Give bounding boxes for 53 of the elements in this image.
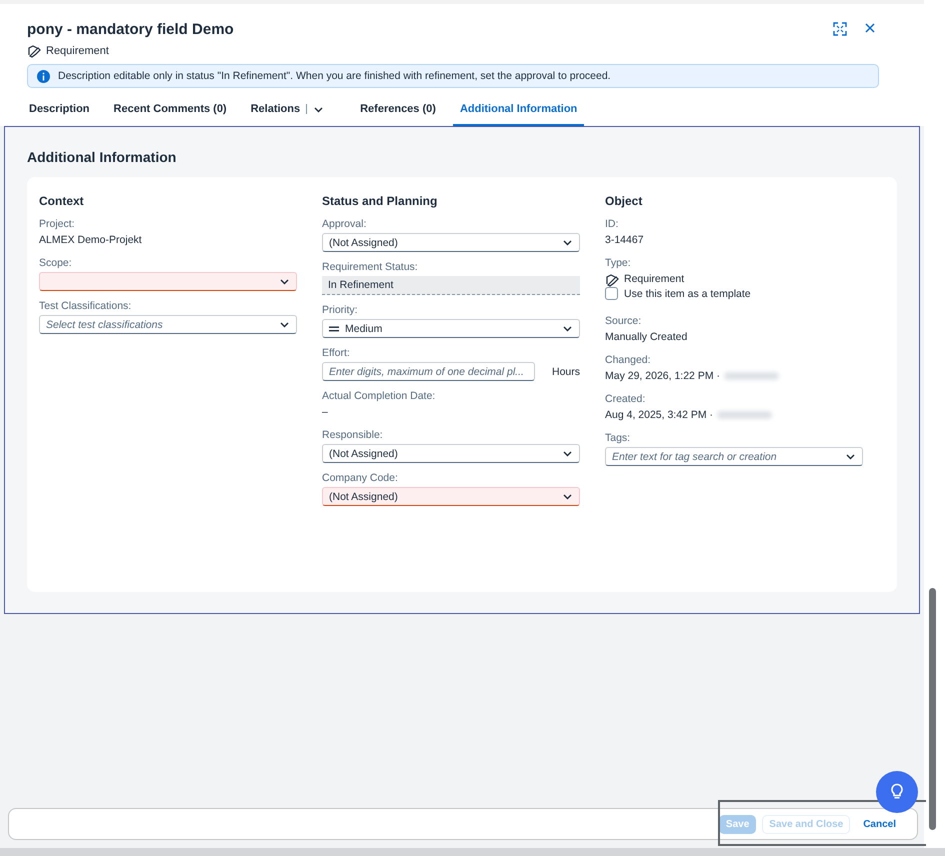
tab[interactable]: Relations	[244, 94, 332, 126]
dropdown-field[interactable]: (Not Assigned)	[322, 444, 580, 463]
checkbox[interactable]	[605, 287, 618, 300]
tab[interactable]: Description	[22, 94, 97, 126]
dropdown-field[interactable]: (Not Assigned)	[322, 233, 580, 252]
tab[interactable]: Recent Comments (0)	[106, 94, 234, 126]
status-field: In Refinement	[322, 276, 580, 295]
info-message: Description editable only in status "In Refinement". When you are finished with refinement, set the approval to proceed.	[58, 70, 611, 82]
field-label: Priority:	[322, 303, 359, 317]
field-label: Source:	[605, 314, 642, 328]
field-value: May 29, 2026, 1:22 PM ·	[605, 370, 720, 382]
field-label: Type:	[605, 256, 632, 270]
column-title: Context	[39, 193, 85, 209]
column-title: Object	[605, 193, 644, 209]
lightbulb-icon[interactable]	[890, 783, 904, 801]
field-label: Effort:	[322, 346, 351, 360]
field-label: Responsible:	[322, 428, 384, 442]
dropdown-field[interactable]: Medium	[322, 319, 580, 338]
field-label: Project:	[39, 217, 76, 231]
info-icon	[37, 70, 50, 82]
unit-label: Hours	[552, 366, 580, 378]
dropdown-field[interactable]	[39, 272, 297, 291]
field-label: Tags:	[605, 431, 632, 445]
pencil-icon	[605, 272, 619, 286]
pencil-icon	[27, 44, 41, 58]
field-value: ALMEX Demo-Projekt	[39, 234, 142, 246]
field-value: 3-14467	[605, 234, 644, 246]
tab[interactable]: References (0)	[353, 94, 443, 126]
field-label: Requirement Status:	[322, 260, 419, 274]
fullscreen-icon[interactable]	[833, 22, 847, 36]
section-title: Additional Information	[27, 148, 178, 167]
field-label: Actual Completion Date:	[322, 389, 436, 403]
field-value: Aug 4, 2025, 3:42 PM ·	[605, 409, 713, 421]
field-label: Company Code:	[322, 471, 399, 485]
field-label: Test Classifications:	[39, 299, 132, 313]
checkbox-label: Use this item as a template	[624, 288, 751, 300]
field-value: Requirement	[624, 272, 684, 287]
field-value: Manually Created	[605, 331, 688, 343]
column-title: Status and Planning	[322, 193, 438, 209]
dialog-title: pony - mandatory field Demo	[27, 20, 234, 40]
field-label: Changed:	[605, 353, 652, 367]
item-type: Requirement	[46, 45, 109, 57]
field-label: Scope:	[39, 256, 73, 270]
dropdown-field[interactable]: (Not Assigned)	[322, 487, 580, 506]
effort-input[interactable]: Enter digits, maximum of one decimal pl...	[322, 362, 535, 381]
priority-icon	[329, 324, 339, 332]
field-label: Created:	[605, 392, 646, 406]
field-value: –	[322, 406, 328, 418]
field-label: Approval:	[322, 217, 368, 231]
close-icon[interactable]	[864, 22, 876, 34]
dropdown-field[interactable]: Select test classifications	[39, 315, 297, 334]
field-label: ID:	[605, 217, 620, 231]
dropdown-field[interactable]: Enter text for tag search or creation	[605, 447, 863, 466]
